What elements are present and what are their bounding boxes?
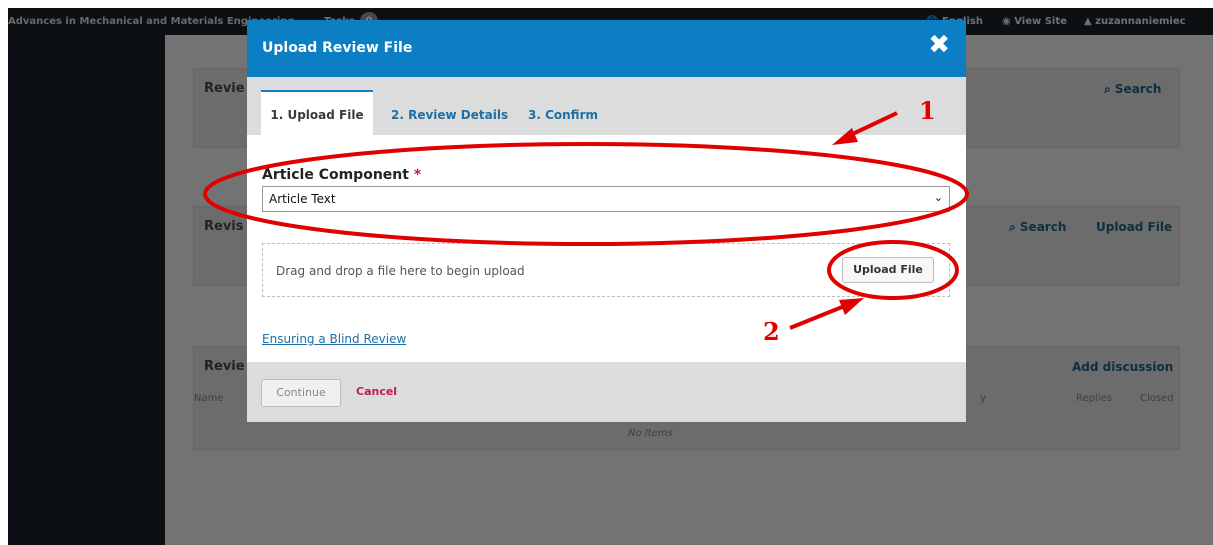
annotation-label-2: 2	[763, 317, 780, 346]
arrow-1-head	[832, 128, 858, 145]
arrow-2-head	[839, 298, 864, 315]
annotation-label-1: 1	[919, 96, 936, 125]
annotation-overlay	[203, 111, 969, 330]
highlight-ellipse-2	[827, 240, 959, 300]
highlight-ellipse-1	[203, 142, 969, 246]
